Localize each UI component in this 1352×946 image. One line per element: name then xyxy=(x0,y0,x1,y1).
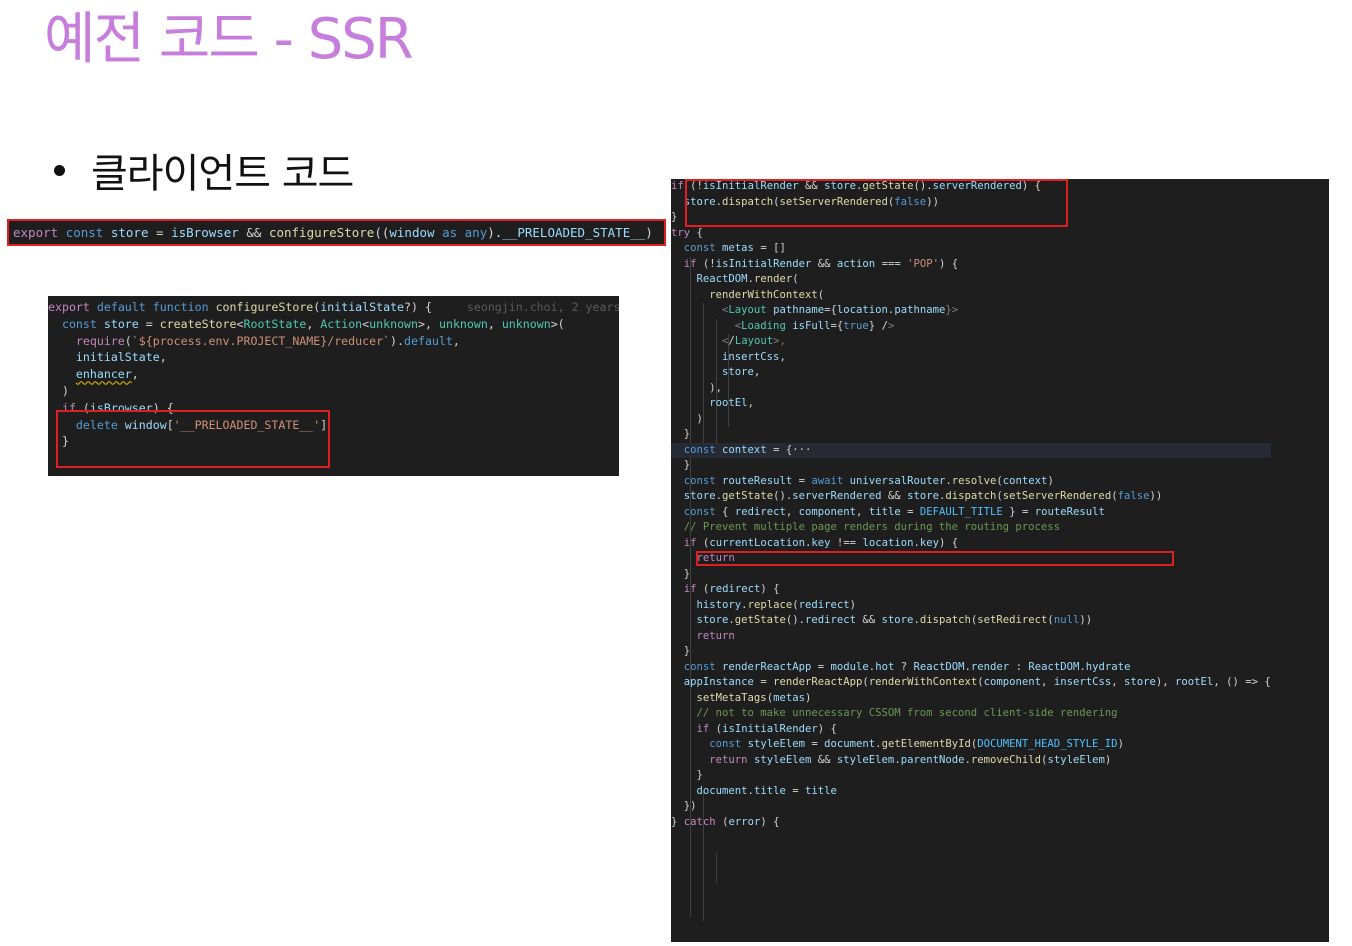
code-line: document.title = title xyxy=(696,784,837,797)
code-line: store.getState().redirect && store.dispa… xyxy=(696,614,1093,626)
code-line: } xyxy=(683,567,691,580)
code-line: insertCss, xyxy=(722,350,786,363)
code-line: const styleElem = document.getElementByI… xyxy=(709,738,1124,750)
code-line: renderWithContext( xyxy=(709,288,825,301)
code-line: ) xyxy=(61,383,69,398)
code-line: // not to make unnecessary CSSOM from se… xyxy=(696,707,1118,719)
code-line: } xyxy=(683,459,691,471)
code-line: return styleElem && styleElem.parentNode… xyxy=(709,753,1112,766)
code-line: enhancer, xyxy=(75,367,139,382)
code-line: if (!isInitialRender && action === 'POP'… xyxy=(683,257,959,270)
code-line: } catch (error) { xyxy=(671,815,780,828)
code-line: } xyxy=(671,211,678,223)
bullet-dot-icon xyxy=(54,164,65,176)
code-line: return xyxy=(696,552,735,564)
bullet-item: 클라이언트 코드 xyxy=(54,140,354,200)
client-render-code-lines: if (!isInitialRender && store.getState()… xyxy=(671,179,1271,830)
code-line: } xyxy=(683,428,691,440)
code-line: const { redirect, component, title = DEF… xyxy=(683,505,1105,518)
code-line: ReactDOM.render( xyxy=(696,273,799,285)
code-line: if (isInitialRender) { xyxy=(696,722,837,735)
code-line: ) xyxy=(696,412,703,425)
export-store-code-snippet: export const store = isBrowser && config… xyxy=(7,219,666,246)
code-line: }) xyxy=(683,800,697,812)
indent-guide xyxy=(716,853,717,883)
code-line: if (!isInitialRender && store.getState()… xyxy=(671,180,1042,192)
configure-store-code-snippet: export default function configureStore(i… xyxy=(48,296,619,476)
code-line: require(`${process.env.PROJECT_NAME}/red… xyxy=(75,333,460,348)
code-line: delete window['__PRELOADED_STATE__'] xyxy=(75,417,328,432)
code-line: } xyxy=(696,769,703,781)
code-line: } xyxy=(683,645,691,657)
code-line: const store = createStore<RootState, Act… xyxy=(61,316,565,331)
code-line: const context = {··· xyxy=(671,442,1271,458)
code-line: appInstance = renderReactApp(renderWithC… xyxy=(683,676,1271,688)
export-store-line: export const store = isBrowser && config… xyxy=(13,225,653,240)
code-line: return xyxy=(696,629,735,642)
code-line: const metas = [] xyxy=(683,242,786,254)
code-line: const routeResult = await universalRoute… xyxy=(683,474,1054,487)
code-line: const renderReactApp = module.hot ? Reac… xyxy=(683,660,1131,673)
code-line: // Prevent multiple page renders during … xyxy=(683,521,1061,533)
code-line: rootEl, xyxy=(709,397,754,409)
code-line: ), xyxy=(709,381,723,394)
code-line: initialState, xyxy=(75,350,167,365)
code-line: export default function configureStore(i… xyxy=(48,300,619,314)
code-line: } xyxy=(61,434,69,449)
code-line: if (isBrowser) { xyxy=(61,400,174,415)
code-line: setMetaTags(metas) xyxy=(696,691,812,704)
client-render-code-snippet: if (!isInitialRender && store.getState()… xyxy=(671,179,1329,942)
git-blame-annotation: seongjin.choi, 2 years xyxy=(431,300,619,314)
configure-store-code-lines: export default function configureStore(i… xyxy=(48,299,619,450)
code-line: store.getState().serverRendered && store… xyxy=(683,490,1163,502)
code-line: try { xyxy=(671,226,703,239)
code-line: store, xyxy=(722,366,761,378)
slide-title: 예전 코드 - SSR xyxy=(44,7,414,72)
code-line: if (redirect) { xyxy=(683,583,780,595)
code-line: if (currentLocation.key !== location.key… xyxy=(683,536,959,549)
code-line: <Layout pathname={location.pathname}> xyxy=(722,304,959,316)
code-line: store.dispatch(setServerRendered(false)) xyxy=(683,195,939,208)
bullet-text: 클라이언트 코드 xyxy=(91,151,354,197)
code-line: </Layout>, xyxy=(722,335,786,347)
code-line: history.replace(redirect) xyxy=(696,598,857,611)
code-line: <Loading isFull={true} /> xyxy=(734,319,895,332)
